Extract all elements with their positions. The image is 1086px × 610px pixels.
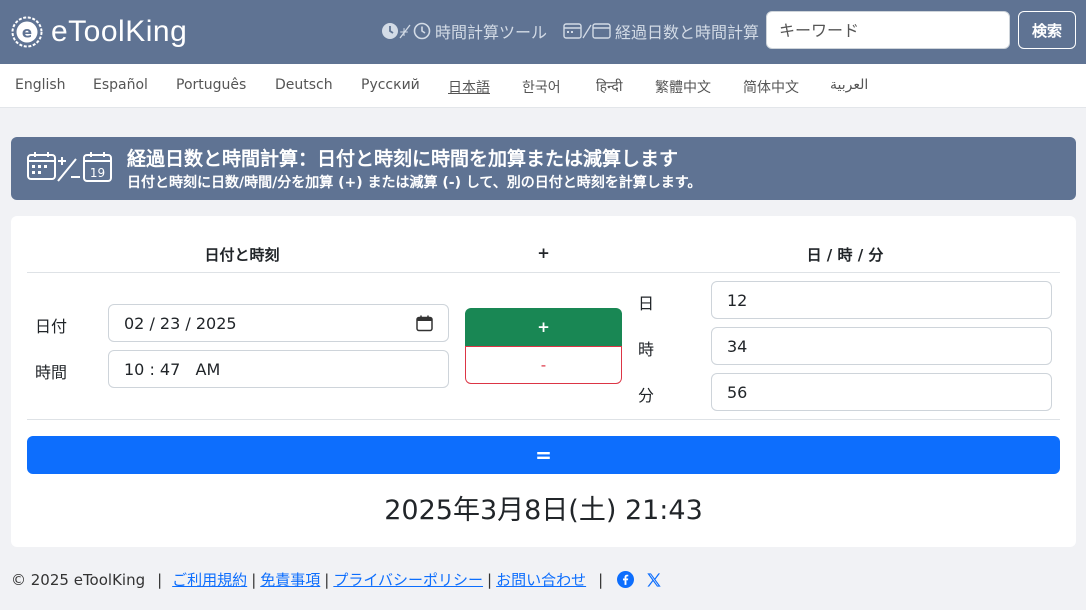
lang-russian[interactable]: Русский bbox=[361, 77, 420, 93]
footer-separator: | bbox=[487, 570, 493, 589]
minutes-label: 分 bbox=[638, 386, 655, 405]
lang-simplified-chinese[interactable]: 简体中文 bbox=[743, 77, 799, 97]
footer-divider: | bbox=[598, 570, 604, 589]
lang-english[interactable]: English bbox=[15, 77, 66, 93]
hours-label: 時 bbox=[638, 340, 655, 359]
lang-traditional-chinese[interactable]: 繁體中文 bbox=[655, 77, 711, 97]
nav-time-tools-link[interactable]: + 時間計算ツール bbox=[381, 18, 547, 44]
page-subtitle: 日付と時刻に日数/時間/分を加算 (+) または減算 (-) して、別の日付と時… bbox=[127, 175, 702, 191]
search-input[interactable] bbox=[766, 11, 1010, 49]
nav-time-tools-label: 時間計算ツール bbox=[435, 23, 548, 42]
footer-separator: | bbox=[251, 570, 257, 589]
social-links bbox=[617, 571, 662, 588]
page-title-banner: 19 経過日数と時間計算：日付と時刻に時間を加算または減算します 日付と時刻に日… bbox=[11, 137, 1076, 200]
footer-divider: | bbox=[157, 570, 163, 589]
days-value: 12 bbox=[727, 290, 748, 310]
operation-column-header: + bbox=[537, 244, 550, 262]
minutes-value: 56 bbox=[727, 382, 748, 402]
brand-name: eToolKing bbox=[51, 15, 188, 48]
terms-link[interactable]: ご利用規約 bbox=[172, 569, 247, 590]
result-datetime: 2025年3月8日(土) 21:43 bbox=[384, 495, 703, 526]
copyright-text: © 2025 eToolKing bbox=[11, 570, 146, 589]
header-divider bbox=[27, 272, 1060, 273]
calculator-card: 日付と時刻 + 日 / 時 / 分 日付 02 / 23 / 2025 時間 1… bbox=[11, 216, 1076, 547]
svg-text:e: e bbox=[22, 24, 32, 42]
page-title: 経過日数と時間計算：日付と時刻に時間を加算または減算します bbox=[127, 148, 679, 170]
lang-japanese[interactable]: 日本語 bbox=[448, 77, 490, 97]
lang-portuguese[interactable]: Português bbox=[176, 77, 246, 93]
search-button[interactable]: 検索 bbox=[1018, 11, 1076, 49]
privacy-policy-link[interactable]: プライバシーポリシー bbox=[333, 569, 483, 590]
date-value: 02 / 23 / 2025 bbox=[124, 313, 237, 333]
lang-arabic[interactable]: العربية bbox=[830, 77, 868, 93]
time-input[interactable]: 10 : 47 AM bbox=[108, 350, 449, 388]
contact-link[interactable]: お問い合わせ bbox=[496, 569, 586, 590]
etoolking-logo-icon: e bbox=[11, 16, 43, 48]
calendar-plus-minus-icon bbox=[563, 23, 611, 39]
footer: © 2025 eToolKing | ご利用規約 | 免責事項 | プライバシー… bbox=[11, 569, 662, 590]
lang-korean[interactable]: 한국어 bbox=[522, 77, 561, 97]
footer-separator: | bbox=[324, 570, 330, 589]
days-input[interactable]: 12 bbox=[711, 281, 1052, 319]
time-tools-icon: + bbox=[382, 22, 431, 40]
lang-german[interactable]: Deutsch bbox=[275, 77, 333, 93]
brand-logo-link[interactable]: e eToolKing bbox=[11, 14, 187, 50]
date-input[interactable]: 02 / 23 / 2025 bbox=[108, 304, 449, 342]
hours-value: 34 bbox=[727, 336, 748, 356]
language-bar: English Español Português Deutsch Русски… bbox=[0, 64, 1086, 108]
date-label: 日付 bbox=[35, 317, 68, 336]
inputs-divider bbox=[27, 419, 1060, 420]
subtract-operation-button[interactable]: - bbox=[465, 346, 622, 384]
minutes-input[interactable]: 56 bbox=[711, 373, 1052, 411]
nav-elapsed-calc-label: 経過日数と時間計算 bbox=[615, 23, 760, 42]
time-value: 10 : 47 AM bbox=[124, 359, 221, 379]
disclaimer-link[interactable]: 免責事項 bbox=[260, 569, 320, 590]
calculate-button[interactable]: = bbox=[27, 436, 1060, 474]
calendar-add-subtract-icon: 19 bbox=[27, 152, 112, 182]
lang-hindi[interactable]: हिन्दी bbox=[596, 77, 622, 96]
datetime-column-header: 日付と時刻 bbox=[204, 246, 280, 264]
top-navbar: e eToolKing + 時間計算ツール 経過日数と時間計算 検索 bbox=[0, 0, 1086, 64]
duration-column-header: 日 / 時 / 分 bbox=[806, 246, 884, 264]
facebook-icon[interactable] bbox=[617, 571, 635, 588]
lang-spanish[interactable]: Español bbox=[93, 77, 148, 93]
calendar-picker-icon[interactable] bbox=[416, 315, 433, 332]
calendar-day-number: 19 bbox=[90, 166, 105, 180]
nav-elapsed-calc-link[interactable]: 経過日数と時間計算 bbox=[563, 18, 759, 44]
add-operation-button[interactable]: + bbox=[465, 308, 622, 346]
days-label: 日 bbox=[638, 294, 655, 313]
x-twitter-icon[interactable] bbox=[646, 572, 662, 588]
time-label: 時間 bbox=[35, 363, 68, 382]
hours-input[interactable]: 34 bbox=[711, 327, 1052, 365]
